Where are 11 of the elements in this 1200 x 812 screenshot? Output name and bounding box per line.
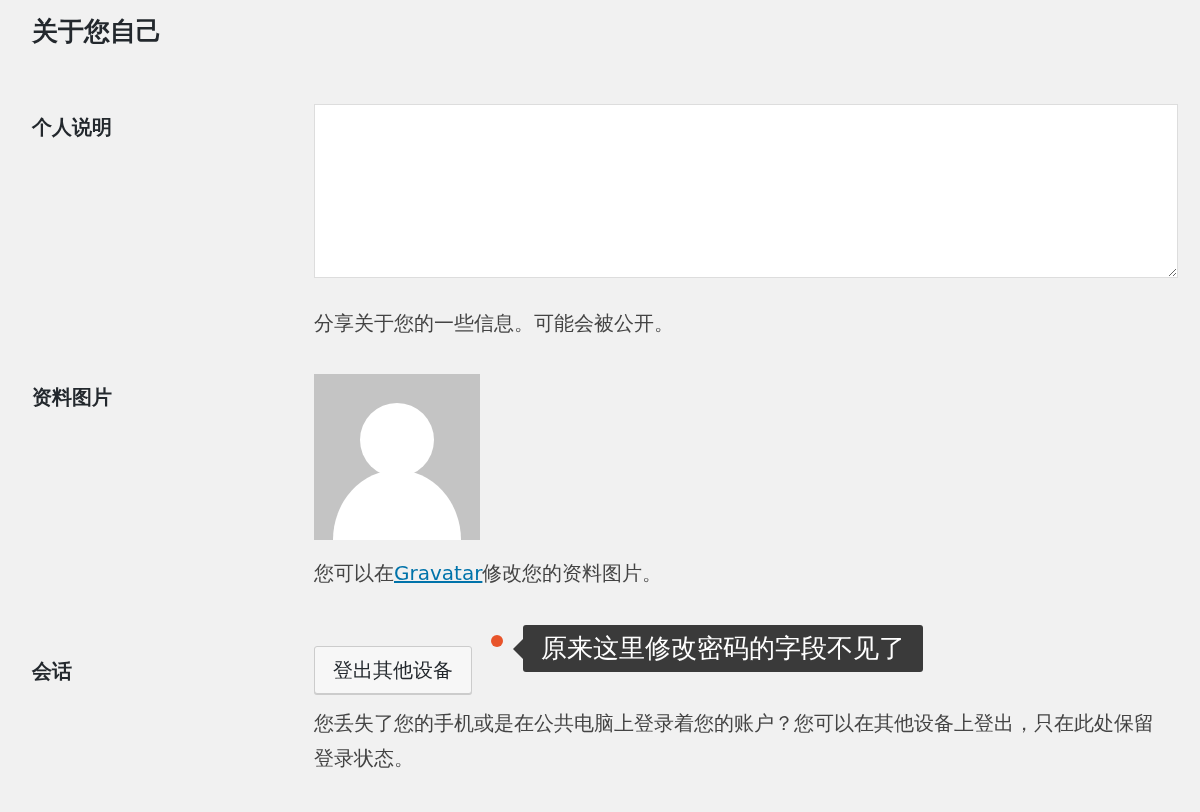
field-label: 会话 (32, 659, 72, 683)
bio-textarea[interactable] (314, 104, 1178, 278)
avatar-note: 您可以在Gravatar修改您的资料图片。 (314, 560, 663, 587)
field-label: 资料图片 (32, 385, 112, 409)
logout-other-devices-button[interactable]: 登出其他设备 (314, 646, 472, 694)
field-label: 个人说明 (32, 115, 112, 139)
session-description: 您丢失了您的手机或是在公共电脑上登录着您的账户？您可以在其他设备上登出，只在此处保留登录状态。 (314, 710, 1154, 772)
annotation-callout: 原来这里修改密码的字段不见了 (523, 625, 923, 672)
hint-text: 分享关于您的一些信息。可能会被公开。 (314, 310, 675, 337)
section-title: 关于您自己 (32, 15, 162, 48)
callout-pointer (513, 639, 523, 659)
